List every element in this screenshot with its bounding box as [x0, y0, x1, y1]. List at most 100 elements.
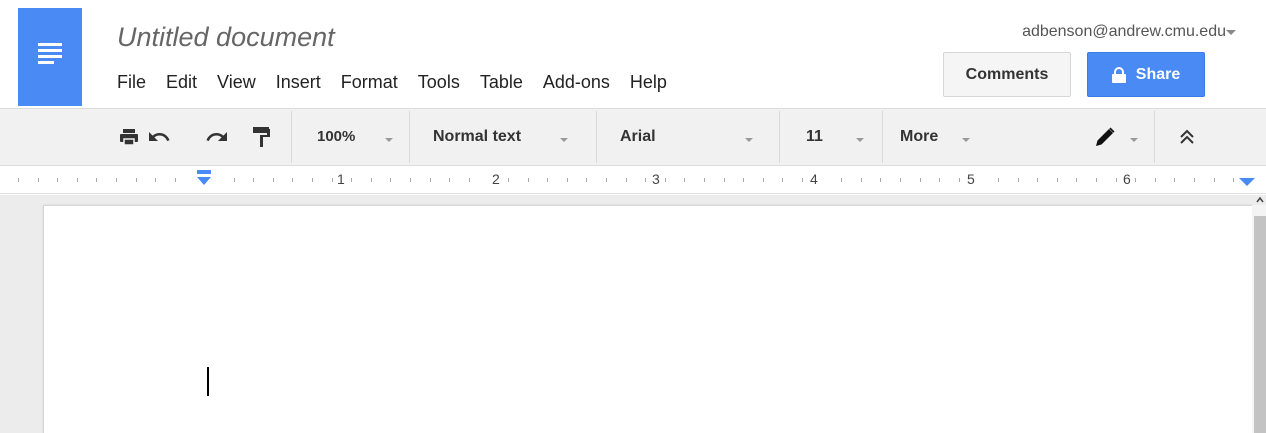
- font-select[interactable]: Arial: [620, 128, 656, 146]
- ruler-tick: [508, 178, 509, 182]
- comments-button[interactable]: Comments: [943, 52, 1071, 97]
- lock-icon: [1111, 66, 1126, 83]
- menu-view[interactable]: View: [217, 70, 256, 94]
- ruler-tick: [96, 178, 97, 182]
- ruler-tick: [626, 178, 627, 182]
- ruler-tick: [1076, 178, 1077, 182]
- ruler-number: 4: [810, 171, 818, 187]
- ruler[interactable]: 1 2 3 4 5 6: [0, 166, 1266, 194]
- right-indent-marker-icon[interactable]: [1238, 176, 1256, 188]
- toolbar: 100% Normal text Arial 11 More: [0, 108, 1266, 166]
- ruler-tick: [606, 178, 607, 182]
- share-button-label: Share: [1135, 65, 1181, 83]
- ruler-number: 2: [492, 171, 500, 187]
- ruler-tick: [880, 178, 881, 182]
- menubar: File Edit View Insert Format Tools Table…: [117, 70, 687, 94]
- ruler-tick: [665, 178, 666, 182]
- pencil-icon[interactable]: [1093, 125, 1117, 149]
- zoom-caret-icon[interactable]: [385, 138, 393, 142]
- menu-edit[interactable]: Edit: [166, 70, 197, 94]
- ruler-tick: [449, 178, 450, 182]
- ruler-tick: [234, 178, 235, 182]
- header: Untitled document File Edit View Insert …: [0, 0, 1266, 108]
- ruler-tick: [1116, 178, 1117, 182]
- menu-format[interactable]: Format: [341, 70, 398, 94]
- menu-add-ons[interactable]: Add-ons: [543, 70, 610, 94]
- ruler-tick: [469, 178, 470, 182]
- indent-marker-icon[interactable]: [195, 170, 213, 188]
- ruler-tick: [1174, 178, 1175, 182]
- comments-button-label: Comments: [965, 65, 1049, 83]
- mode-caret-icon[interactable]: [1130, 138, 1138, 142]
- ruler-number: 3: [652, 171, 660, 187]
- ruler-tick: [77, 178, 78, 182]
- font-size-select[interactable]: 11: [806, 128, 823, 146]
- share-button[interactable]: Share: [1087, 52, 1205, 97]
- redo-icon[interactable]: [205, 125, 229, 149]
- print-icon[interactable]: [117, 125, 141, 149]
- style-select[interactable]: Normal text: [433, 128, 521, 146]
- ruler-tick: [351, 178, 352, 182]
- ruler-tick: [1037, 178, 1038, 182]
- ruler-tick: [1194, 178, 1195, 182]
- ruler-tick: [136, 178, 137, 182]
- account-dropdown-icon[interactable]: [1226, 30, 1236, 35]
- ruler-tick: [1233, 178, 1234, 182]
- ruler-tick: [684, 178, 685, 182]
- menu-insert[interactable]: Insert: [276, 70, 321, 94]
- font-caret-icon[interactable]: [745, 138, 753, 142]
- ruler-tick: [645, 178, 646, 182]
- ruler-tick: [332, 178, 333, 182]
- menu-help[interactable]: Help: [630, 70, 667, 94]
- ruler-tick: [18, 178, 19, 182]
- ruler-tick: [567, 178, 568, 182]
- ruler-tick: [547, 178, 548, 182]
- zoom-select[interactable]: 100%: [317, 128, 355, 145]
- ruler-tick: [724, 178, 725, 182]
- document-canvas: [0, 195, 1266, 433]
- menu-file[interactable]: File: [117, 70, 146, 94]
- ruler-tick: [920, 178, 921, 182]
- paint-format-icon[interactable]: [249, 125, 273, 149]
- ruler-tick: [292, 178, 293, 182]
- ruler-tick: [704, 178, 705, 182]
- ruler-tick: [57, 178, 58, 182]
- scrollbar-thumb[interactable]: [1254, 216, 1266, 433]
- ruler-tick: [782, 178, 783, 182]
- ruler-tick: [410, 178, 411, 182]
- ruler-number: 1: [337, 171, 345, 187]
- ruler-tick: [390, 178, 391, 182]
- ruler-tick: [743, 178, 744, 182]
- ruler-tick: [763, 178, 764, 182]
- menu-table[interactable]: Table: [480, 70, 523, 94]
- ruler-tick: [430, 178, 431, 182]
- ruler-tick: [939, 178, 940, 182]
- ruler-tick: [1135, 178, 1136, 182]
- font-size-caret-icon[interactable]: [856, 138, 864, 142]
- ruler-tick: [273, 178, 274, 182]
- more-caret-icon[interactable]: [962, 138, 970, 142]
- ruler-tick: [253, 178, 254, 182]
- scroll-up-icon[interactable]: [1255, 195, 1265, 205]
- ruler-tick: [1018, 178, 1019, 182]
- ruler-tick: [998, 178, 999, 182]
- ruler-tick: [1057, 178, 1058, 182]
- document-title[interactable]: Untitled document: [117, 22, 335, 53]
- more-button[interactable]: More: [900, 128, 938, 146]
- document-page[interactable]: [43, 205, 1253, 433]
- account-email[interactable]: adbenson@andrew.cmu.edu: [1022, 23, 1226, 41]
- collapse-icon[interactable]: [1175, 125, 1199, 149]
- ruler-tick: [1155, 178, 1156, 182]
- ruler-tick: [1096, 178, 1097, 182]
- undo-icon[interactable]: [147, 125, 171, 149]
- menu-tools[interactable]: Tools: [418, 70, 460, 94]
- style-caret-icon[interactable]: [560, 138, 568, 142]
- ruler-tick: [841, 178, 842, 182]
- docs-logo-icon[interactable]: [18, 8, 82, 106]
- ruler-tick: [802, 178, 803, 182]
- ruler-tick: [312, 178, 313, 182]
- ruler-tick: [1214, 178, 1215, 182]
- ruler-tick: [38, 178, 39, 182]
- ruler-number: 6: [1123, 171, 1131, 187]
- ruler-tick: [861, 178, 862, 182]
